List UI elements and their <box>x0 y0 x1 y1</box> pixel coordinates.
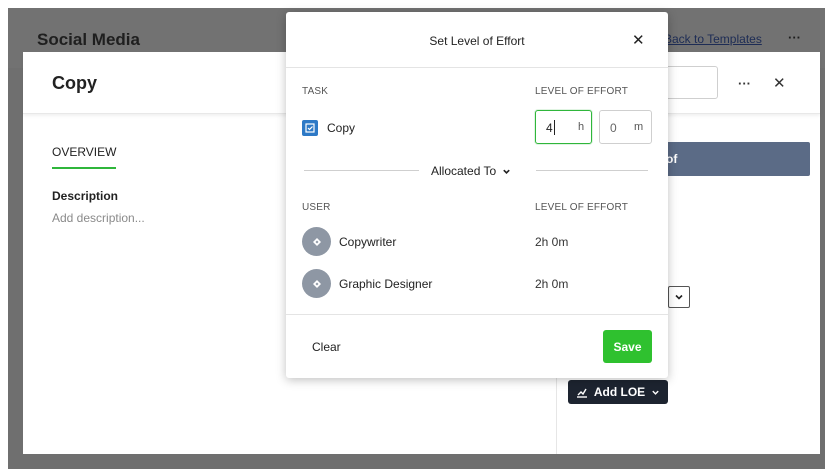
loe-column-label: LEVEL OF EFFORT <box>535 86 629 97</box>
hours-value: 4 <box>546 121 553 135</box>
panel-more-button[interactable]: ··· <box>738 76 751 91</box>
description-input[interactable]: Add description... <box>52 211 145 225</box>
set-level-of-effort-modal: Set Level of Effort ✕ TASK LEVEL OF EFFO… <box>286 12 668 378</box>
avatar <box>302 227 331 256</box>
minutes-input[interactable]: 0 m <box>599 110 652 144</box>
modal-footer-divider <box>286 314 668 315</box>
allocated-to-label: Allocated To <box>431 164 497 178</box>
panel-input[interactable] <box>662 66 718 99</box>
divider-line <box>536 170 648 171</box>
minutes-value: 0 <box>610 121 617 135</box>
user-loe: 2h 0m <box>535 235 569 249</box>
text-caret <box>554 120 555 135</box>
tab-overview[interactable]: OVERVIEW <box>52 145 116 169</box>
panel-close-button[interactable]: ✕ <box>773 74 786 92</box>
user-loe: 2h 0m <box>535 277 569 291</box>
header-more-button[interactable]: ··· <box>788 30 801 45</box>
user-column-label: USER <box>302 202 331 213</box>
save-button[interactable]: Save <box>603 330 652 363</box>
dropdown-toggle[interactable] <box>668 286 690 308</box>
task-name: Copy <box>327 121 356 135</box>
loe-icon <box>576 388 587 398</box>
chevron-down-icon <box>675 294 683 300</box>
hours-unit: h <box>578 121 585 133</box>
task-title: Copy <box>52 73 97 93</box>
user-row: Copywriter <box>302 227 396 256</box>
role-icon <box>312 237 321 246</box>
user-loe-column-label: LEVEL OF EFFORT <box>535 202 629 213</box>
user-name: Graphic Designer <box>339 276 433 291</box>
task-checkbox-icon <box>302 120 318 136</box>
avatar <box>302 269 331 298</box>
task-column-label: TASK <box>302 86 329 97</box>
allocated-to-toggle[interactable]: Allocated To <box>431 164 511 178</box>
minutes-unit: m <box>634 121 644 133</box>
page-title: Social Media <box>37 30 140 49</box>
close-icon[interactable]: ✕ <box>632 31 645 49</box>
add-loe-button[interactable]: Add LOE <box>568 380 668 404</box>
description-label: Description <box>52 189 119 203</box>
user-name: Copywriter <box>339 234 397 249</box>
chevron-down-icon <box>652 390 659 395</box>
clear-button[interactable]: Clear <box>312 340 341 354</box>
divider-line <box>304 170 419 171</box>
back-to-templates-link[interactable]: Back to Templates <box>664 32 762 46</box>
user-row: Graphic Designer <box>302 269 432 298</box>
add-loe-label: Add LOE <box>593 385 646 399</box>
modal-title: Set Level of Effort <box>429 34 525 48</box>
task-row: Copy <box>302 120 355 136</box>
chevron-down-icon <box>503 169 510 174</box>
role-icon <box>312 279 321 288</box>
hours-input[interactable]: 4 h <box>535 110 592 144</box>
